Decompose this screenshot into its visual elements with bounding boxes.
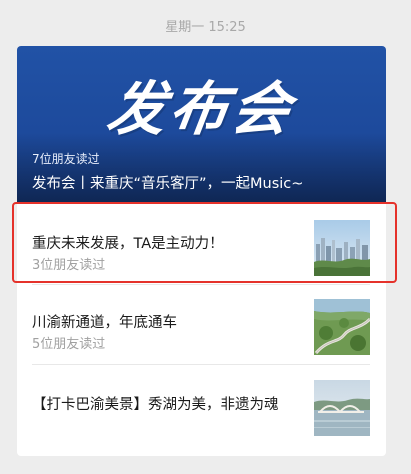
lake-bridge-thumbnail	[314, 380, 370, 436]
chat-timestamp: 星期一 15:25	[165, 20, 246, 35]
list-item[interactable]: 【打卡巴渝美景】秀湖为美，非遗为魂	[17, 364, 386, 444]
article-title: 川渝新通道，年底通车	[32, 315, 177, 331]
cover-title: 发布会丨来重庆“音乐客厅”，一起Music~	[32, 176, 304, 192]
cover-article[interactable]: 发布会 7位朋友读过 发布会丨来重庆“音乐客厅”，一起Music~	[17, 46, 386, 203]
article-card: 发布会 7位朋友读过 发布会丨来重庆“音乐客厅”，一起Music~ 重庆未来发展…	[17, 46, 386, 456]
list-item[interactable]: 重庆未来发展，TA是主动力！ 3位朋友读过	[17, 205, 386, 285]
road-aerial-thumbnail	[314, 299, 370, 355]
article-readers-count: 3位朋友读过	[32, 258, 106, 273]
article-readers-count: 5位朋友读过	[32, 337, 106, 352]
article-title: 重庆未来发展，TA是主动力！	[32, 236, 224, 252]
cover-readers-count: 7位朋友读过	[32, 152, 100, 166]
article-title: 【打卡巴渝美景】秀湖为美，非遗为魂	[32, 397, 279, 413]
list-item[interactable]: 川渝新通道，年底通车 5位朋友读过	[17, 284, 386, 364]
city-skyline-thumbnail	[314, 220, 370, 276]
